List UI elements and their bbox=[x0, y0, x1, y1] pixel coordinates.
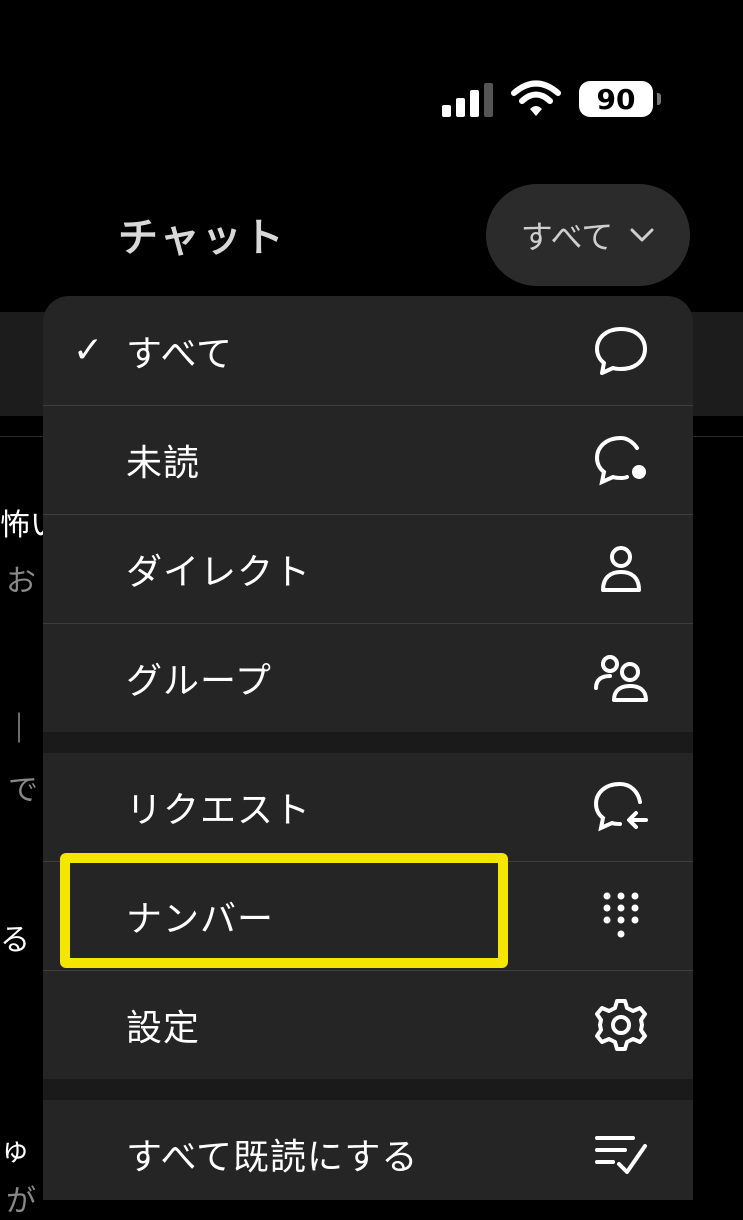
menu-section-gap bbox=[43, 1079, 693, 1100]
checkmark-icon: ✓ bbox=[73, 330, 104, 371]
chat-row-title: ｜ bbox=[4, 712, 34, 747]
chat-bubble-icon bbox=[591, 321, 651, 381]
chat-request-icon bbox=[591, 777, 651, 837]
battery-indicator: 90 bbox=[579, 81, 661, 117]
chat-row-preview: お bbox=[6, 564, 36, 599]
menu-item-label: グループ bbox=[126, 661, 272, 702]
checklist-icon bbox=[591, 1124, 651, 1184]
menu-item-label: 設定 bbox=[126, 1008, 201, 1049]
page-title: チャット bbox=[118, 215, 286, 261]
chat-row-title: る bbox=[0, 923, 30, 958]
menu-item-group[interactable]: グループ bbox=[43, 624, 693, 732]
menu-item-label: すべて既読にする bbox=[126, 1137, 419, 1178]
menu-section-gap bbox=[43, 732, 693, 753]
filter-menu: ✓ すべて 未読 ダイレクト グループ リクエスト ナンバー 設定 すべて既読に… bbox=[43, 296, 693, 1200]
menu-item-label: 未読 bbox=[126, 443, 201, 484]
chat-row-preview: で bbox=[8, 773, 38, 808]
status-bar: 90 bbox=[442, 76, 661, 122]
chat-bubble-dot-icon bbox=[591, 430, 651, 490]
menu-item-direct[interactable]: ダイレクト bbox=[43, 515, 693, 623]
menu-item-unread[interactable]: 未読 bbox=[43, 406, 693, 514]
filter-dropdown-button[interactable]: すべて bbox=[486, 184, 690, 286]
chevron-down-icon bbox=[630, 228, 654, 242]
wifi-icon bbox=[511, 80, 561, 116]
battery-level: 90 bbox=[596, 82, 636, 116]
menu-item-settings[interactable]: 設定 bbox=[43, 971, 693, 1079]
highlight-box bbox=[60, 853, 508, 968]
menu-item-mark-all-read[interactable]: すべて既読にする bbox=[43, 1100, 693, 1200]
menu-item-label: すべて bbox=[126, 333, 234, 375]
filter-label: すべて bbox=[520, 218, 614, 256]
chat-row-title: ゅ bbox=[0, 1133, 30, 1168]
menu-item-all[interactable]: ✓ すべて bbox=[43, 296, 693, 405]
person-icon bbox=[591, 539, 651, 599]
gear-icon bbox=[591, 995, 651, 1055]
chat-row-preview: が bbox=[6, 1184, 36, 1219]
menu-item-label: リクエスト bbox=[126, 790, 312, 831]
keypad-icon bbox=[591, 886, 651, 946]
signal-icon bbox=[442, 81, 493, 117]
menu-item-request[interactable]: リクエスト bbox=[43, 753, 693, 861]
menu-item-label: ダイレクト bbox=[126, 552, 312, 593]
people-icon bbox=[591, 648, 651, 708]
